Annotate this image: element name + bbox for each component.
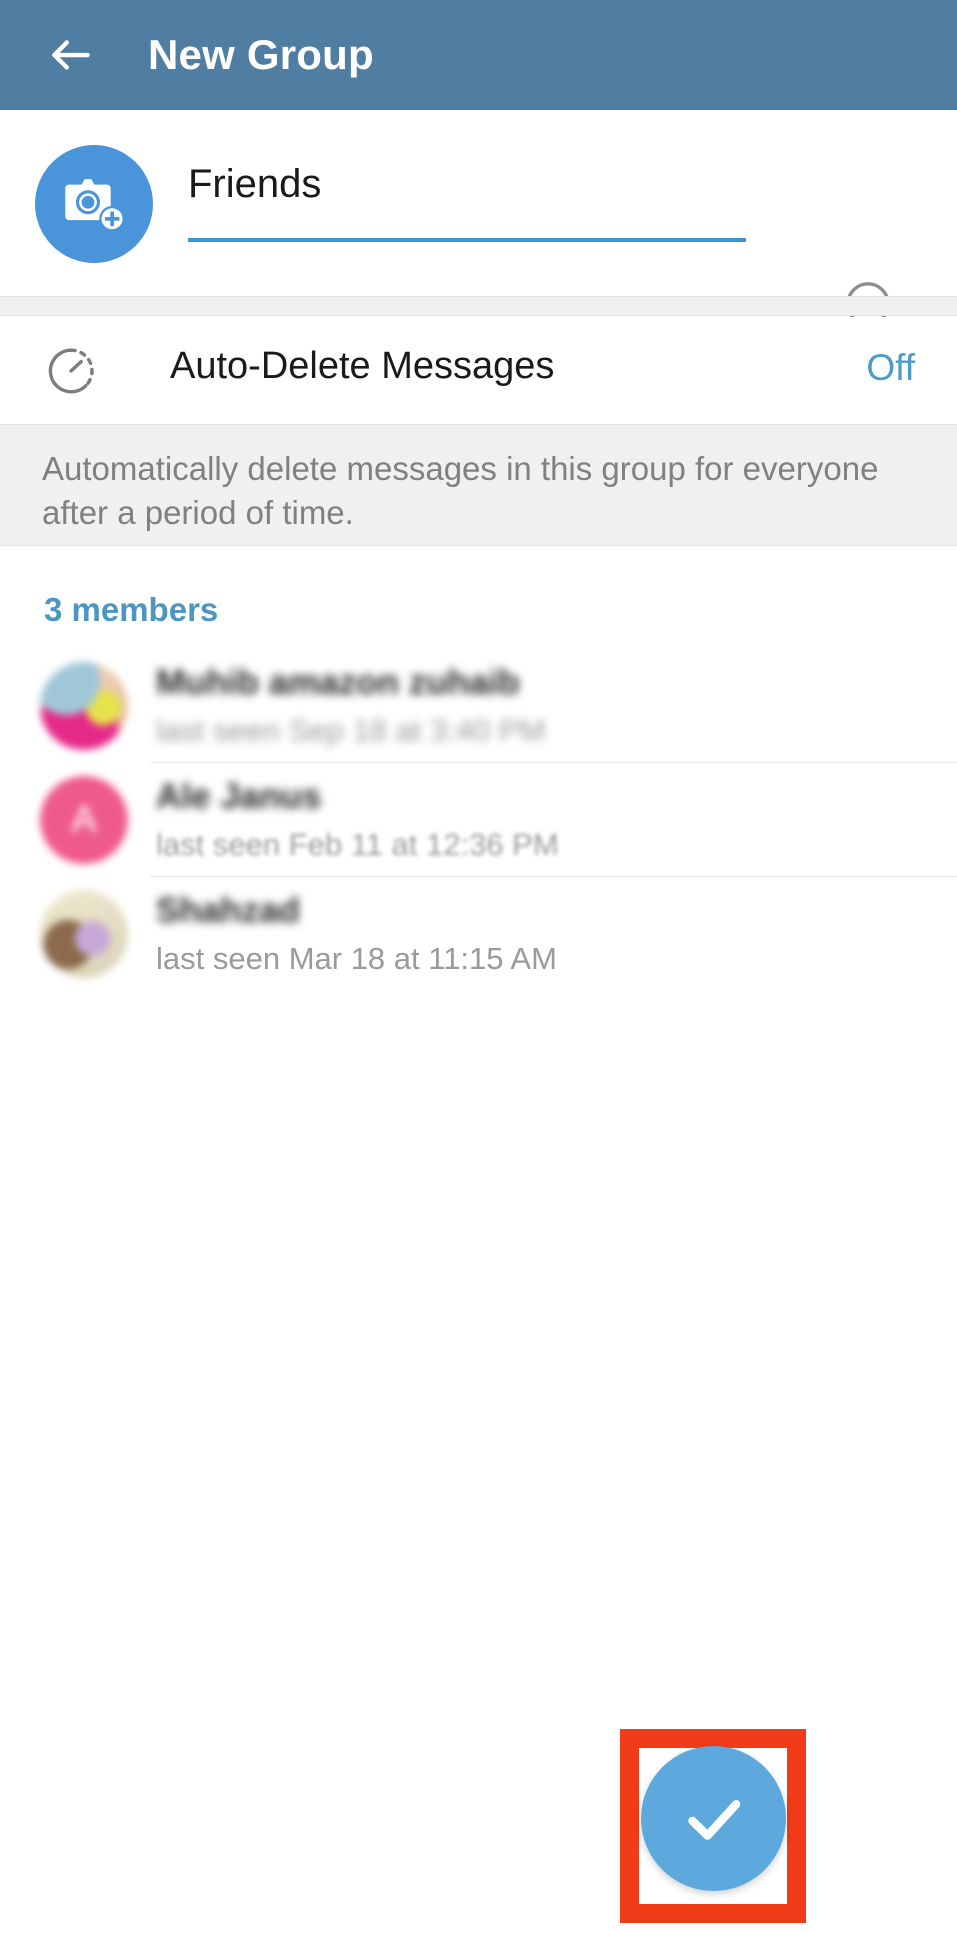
page-title: New Group [148, 31, 374, 78]
avatar-initial: A [71, 798, 97, 841]
list-item[interactable]: Shahzad last seen Mar 18 at 11:15 AM [0, 877, 957, 991]
group-name-section [0, 110, 957, 326]
auto-delete-description-block: Automatically delete messages in this gr… [0, 424, 957, 546]
back-button[interactable] [42, 26, 100, 84]
section-separator [0, 296, 957, 316]
member-text: Muhib amazon zuhaib last seen Sep 18 at … [156, 663, 545, 749]
app-bar: New Group [0, 0, 957, 110]
member-text: Shahzad last seen Mar 18 at 11:15 AM [156, 891, 557, 977]
avatar: A [40, 776, 128, 864]
auto-delete-messages-row[interactable]: Auto-Delete Messages Off [0, 317, 957, 424]
group-photo-button[interactable] [35, 145, 153, 263]
group-name-field-wrapper [188, 162, 748, 223]
member-status: last seen Feb 11 at 12:36 PM [156, 827, 559, 863]
new-group-screen: New Group Friends Auto-Delete Messages O… [0, 0, 957, 1933]
members-section: 3 members Muhib amazon zuhaib last seen … [0, 546, 957, 991]
member-status-text: last seen Feb 11 at 12:36 PM [156, 827, 559, 862]
auto-delete-label: Auto-Delete Messages [170, 345, 555, 387]
timer-icon [42, 342, 100, 400]
list-item[interactable]: Muhib amazon zuhaib last seen Sep 18 at … [0, 649, 957, 763]
auto-delete-description: Automatically delete messages in this gr… [42, 450, 879, 531]
member-status-text: last seen Sep 18 at 3:40 PM [156, 713, 546, 748]
members-list: Muhib amazon zuhaib last seen Sep 18 at … [0, 649, 957, 991]
camera-add-icon [61, 174, 127, 234]
group-name-input[interactable] [188, 162, 748, 223]
member-name: Muhib amazon zuhaib [156, 663, 520, 702]
avatar [40, 662, 128, 750]
arrow-left-icon [46, 30, 96, 80]
member-status: last seen Mar 18 at 11:15 AM [156, 941, 557, 977]
member-status: last seen Sep 18 at 3:40 PM [156, 713, 545, 749]
create-group-button[interactable] [641, 1746, 786, 1891]
member-status-text: last seen Mar 18 at 11:15 AM [156, 941, 557, 976]
avatar [40, 890, 128, 978]
group-name-underline [188, 238, 746, 242]
auto-delete-value[interactable]: Off [866, 347, 915, 389]
check-icon [677, 1782, 751, 1856]
members-count-header: 3 members [44, 591, 219, 628]
list-item[interactable]: A Ale Janus last seen Feb 11 at 12:36 PM [0, 763, 957, 877]
member-name: Shahzad [156, 891, 300, 930]
member-text: Ale Janus last seen Feb 11 at 12:36 PM [156, 777, 559, 863]
member-name: Ale Janus [156, 777, 322, 816]
